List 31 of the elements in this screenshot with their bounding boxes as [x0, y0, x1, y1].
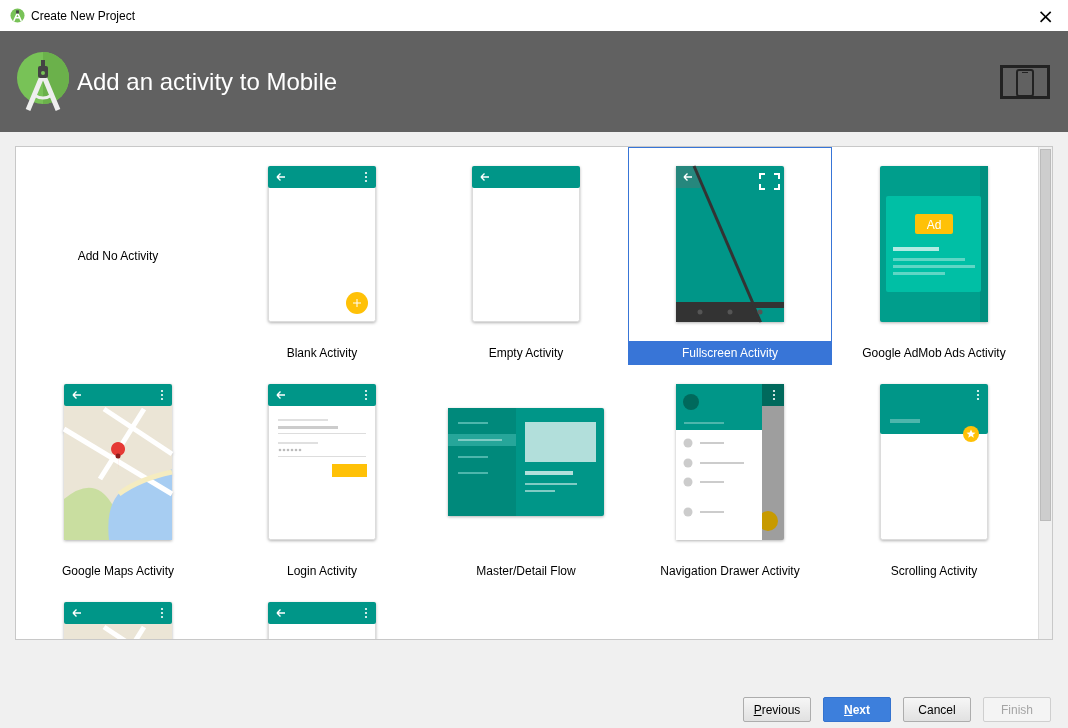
activity-tile[interactable]: Google Maps Activity: [16, 365, 220, 583]
activity-label: Blank Activity: [285, 344, 359, 362]
ad-label: Ad: [926, 218, 942, 232]
activity-label: Add No Activity: [76, 248, 160, 265]
activity-tile[interactable]: Blank Activity: [220, 147, 424, 365]
dialog-button[interactable]: Cancel: [903, 697, 971, 722]
dialog-button[interactable]: Previous: [743, 697, 811, 722]
window-title: Create New Project: [31, 8, 137, 23]
scrollbar-thumb[interactable]: [1040, 149, 1051, 521]
activity-tile[interactable]: Empty Activity: [424, 147, 628, 365]
activity-tile[interactable]: Login Activity: [220, 365, 424, 583]
activity-label: Google AdMob Ads Activity: [861, 344, 1007, 362]
activity-label: Empty Activity: [487, 344, 565, 362]
page-title: Add an activity to Mobile: [77, 67, 339, 96]
activity-tile[interactable]: Master/Detail Flow: [424, 365, 628, 583]
activity-tile[interactable]: Navigation Drawer Activity: [628, 365, 832, 583]
devices-icon: [1000, 64, 1050, 99]
activity-tile[interactable]: Scrolling Activity: [832, 365, 1036, 583]
android-studio-logo-icon: [10, 8, 25, 23]
activity-label: Login Activity: [285, 562, 358, 580]
close-button[interactable]: ×: [1033, 3, 1058, 28]
activity-label: Fullscreen Activity: [629, 341, 831, 364]
dialog-button[interactable]: Next: [823, 697, 891, 722]
activity-tile[interactable]: Add No Activity: [16, 147, 220, 365]
activity-tile[interactable]: Ad Google AdMob Ads Activity: [832, 147, 1036, 365]
activity-label: Navigation Drawer Activity: [659, 562, 801, 580]
activity-label: Scrolling Activity: [889, 562, 979, 580]
android-studio-logo-icon: [17, 51, 71, 112]
activity-label: Master/Detail Flow: [475, 562, 577, 580]
activity-tile[interactable]: Fullscreen Activity: [628, 147, 832, 365]
activity-label: Google Maps Activity: [60, 562, 176, 580]
